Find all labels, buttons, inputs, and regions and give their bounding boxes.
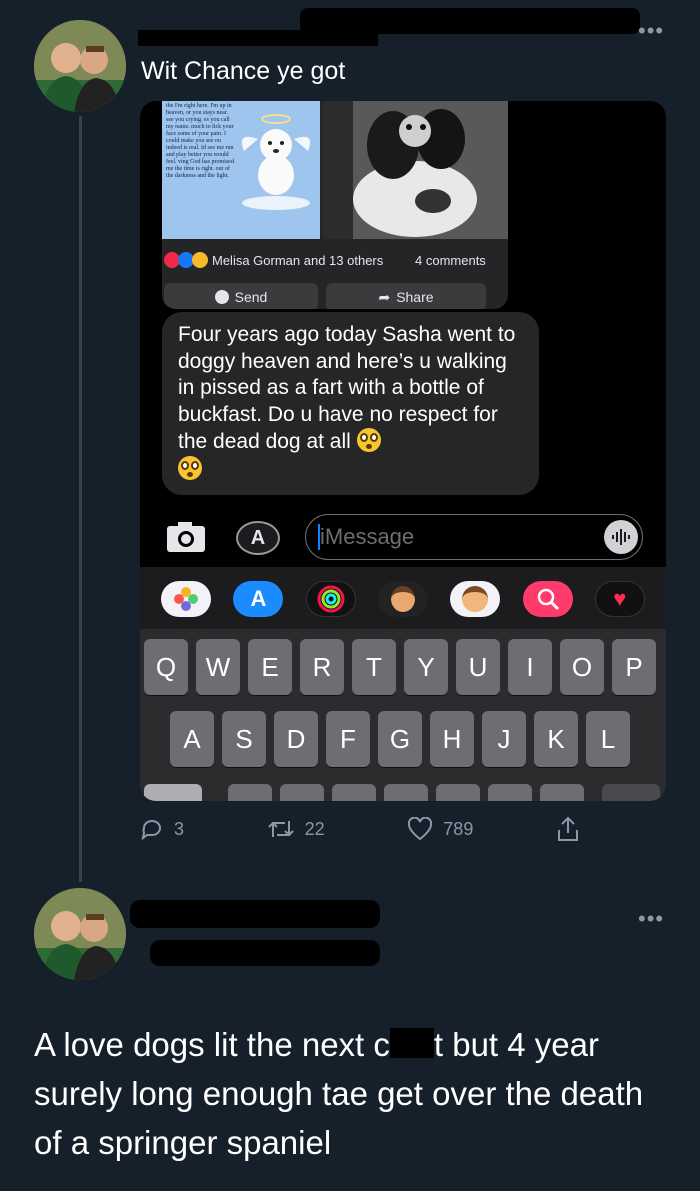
key-y[interactable]: Y [404, 639, 448, 695]
key-q[interactable]: Q [144, 639, 188, 695]
send-label: Send [234, 289, 268, 305]
retweet-icon [267, 821, 294, 837]
send-button[interactable]: Send [164, 283, 318, 309]
keyboard-row-3 [144, 784, 662, 801]
key-d[interactable]: D [274, 711, 318, 767]
keyboard: Q W E R T Y U I O P A S D F G H J K L [140, 629, 666, 801]
reply-count: 3 [174, 818, 185, 839]
key-r[interactable]: R [300, 639, 344, 695]
app-store-button[interactable]: A [236, 521, 280, 555]
redacted-handle [150, 940, 380, 966]
shift-key[interactable] [144, 784, 202, 801]
message-text: Four years ago today Sasha went to doggy… [178, 323, 516, 453]
tweet-text-part-1: A love dogs lit the next c [34, 1026, 390, 1063]
ellipsis-icon[interactable]: ••• [638, 18, 664, 44]
share-label: Share [396, 289, 434, 305]
like-button[interactable]: 789 [407, 816, 473, 842]
flushed-face-emoji-icon [356, 428, 381, 452]
reply-button[interactable]: 3 [140, 816, 184, 842]
like-count: 789 [443, 818, 474, 839]
imessage-app-strip: A ♥ [140, 567, 666, 629]
spaniel-photo [323, 101, 508, 239]
avatar[interactable] [34, 20, 126, 112]
share-tweet-button[interactable] [556, 816, 580, 842]
redacted-handle [300, 8, 640, 34]
messenger-icon [214, 290, 229, 304]
retweet-count: 22 [304, 818, 325, 839]
imessage-placeholder: iMessage [320, 524, 415, 549]
angel-dog-image: the I'm right here. I'm up in heaven, or… [162, 101, 320, 239]
comments-count[interactable]: 4 comments [415, 253, 486, 268]
web-search-icon[interactable] [522, 581, 573, 617]
activity-icon[interactable] [305, 581, 356, 617]
memoji-icon[interactable] [377, 581, 428, 617]
tweet-media-screenshot[interactable]: the I'm right here. I'm up in heaven, or… [140, 101, 666, 801]
share-icon [557, 816, 578, 841]
key-s[interactable]: S [222, 711, 266, 767]
key-f[interactable]: F [326, 711, 370, 767]
key-c[interactable] [332, 784, 376, 801]
sad-reaction-icon [192, 252, 208, 268]
app-store-icon: A [250, 526, 266, 549]
audio-waveform-icon[interactable] [604, 520, 638, 554]
flushed-face-emoji-icon [178, 455, 202, 480]
thread-line [79, 116, 82, 882]
key-v[interactable] [384, 784, 428, 801]
backspace-key[interactable] [602, 784, 660, 801]
key-m[interactable] [540, 784, 584, 801]
key-x[interactable] [280, 784, 324, 801]
key-u[interactable]: U [456, 639, 500, 695]
message-bubble: Four years ago today Sasha went to doggy… [162, 312, 539, 495]
key-k[interactable]: K [534, 711, 578, 767]
heart-icon [408, 817, 433, 841]
app-store-icon[interactable]: A [233, 581, 284, 617]
key-h[interactable]: H [430, 711, 474, 767]
key-p[interactable]: P [612, 639, 656, 695]
reactions-text: Melisa Gorman and 13 others [212, 252, 384, 268]
camera-icon[interactable] [166, 521, 206, 553]
facebook-post-card: the I'm right here. I'm up in heaven, or… [162, 101, 508, 309]
memoji-hearts-icon[interactable] [450, 581, 501, 617]
poem-text: the I'm right here. I'm up in heaven, or… [166, 103, 234, 179]
key-t[interactable]: T [352, 639, 396, 695]
imessage-input[interactable]: iMessage [305, 514, 643, 560]
key-n[interactable] [488, 784, 532, 801]
ellipsis-icon[interactable]: ••• [638, 906, 664, 932]
censor-bar [389, 1028, 434, 1058]
key-o[interactable]: O [560, 639, 604, 695]
heart-icon[interactable]: ♥ [594, 581, 645, 617]
key-g[interactable]: G [378, 711, 422, 767]
keyboard-row-1: Q W E R T Y U I O P [144, 639, 662, 695]
key-z[interactable] [228, 784, 272, 801]
avatar[interactable] [34, 888, 126, 980]
retweet-button[interactable]: 22 [267, 816, 325, 842]
redacted-username [130, 900, 380, 928]
key-a[interactable]: A [170, 711, 214, 767]
reply-icon [141, 820, 161, 841]
keyboard-row-2: A S D F G H J K L [170, 711, 640, 767]
photos-icon[interactable] [161, 581, 212, 617]
key-b[interactable] [436, 784, 480, 801]
share-arrow-icon: ➦ [378, 288, 391, 305]
key-l[interactable]: L [586, 711, 630, 767]
tweet-text: Wit Chance ye got [141, 57, 346, 85]
key-w[interactable]: W [196, 639, 240, 695]
tweet-text: A love dogs lit the next ct but 4 year s… [34, 1020, 664, 1167]
share-button[interactable]: ➦ Share [326, 283, 486, 309]
key-e[interactable]: E [248, 639, 292, 695]
reactions-summary[interactable]: Melisa Gorman and 13 others [164, 252, 383, 268]
key-j[interactable]: J [482, 711, 526, 767]
key-i[interactable]: I [508, 639, 552, 695]
